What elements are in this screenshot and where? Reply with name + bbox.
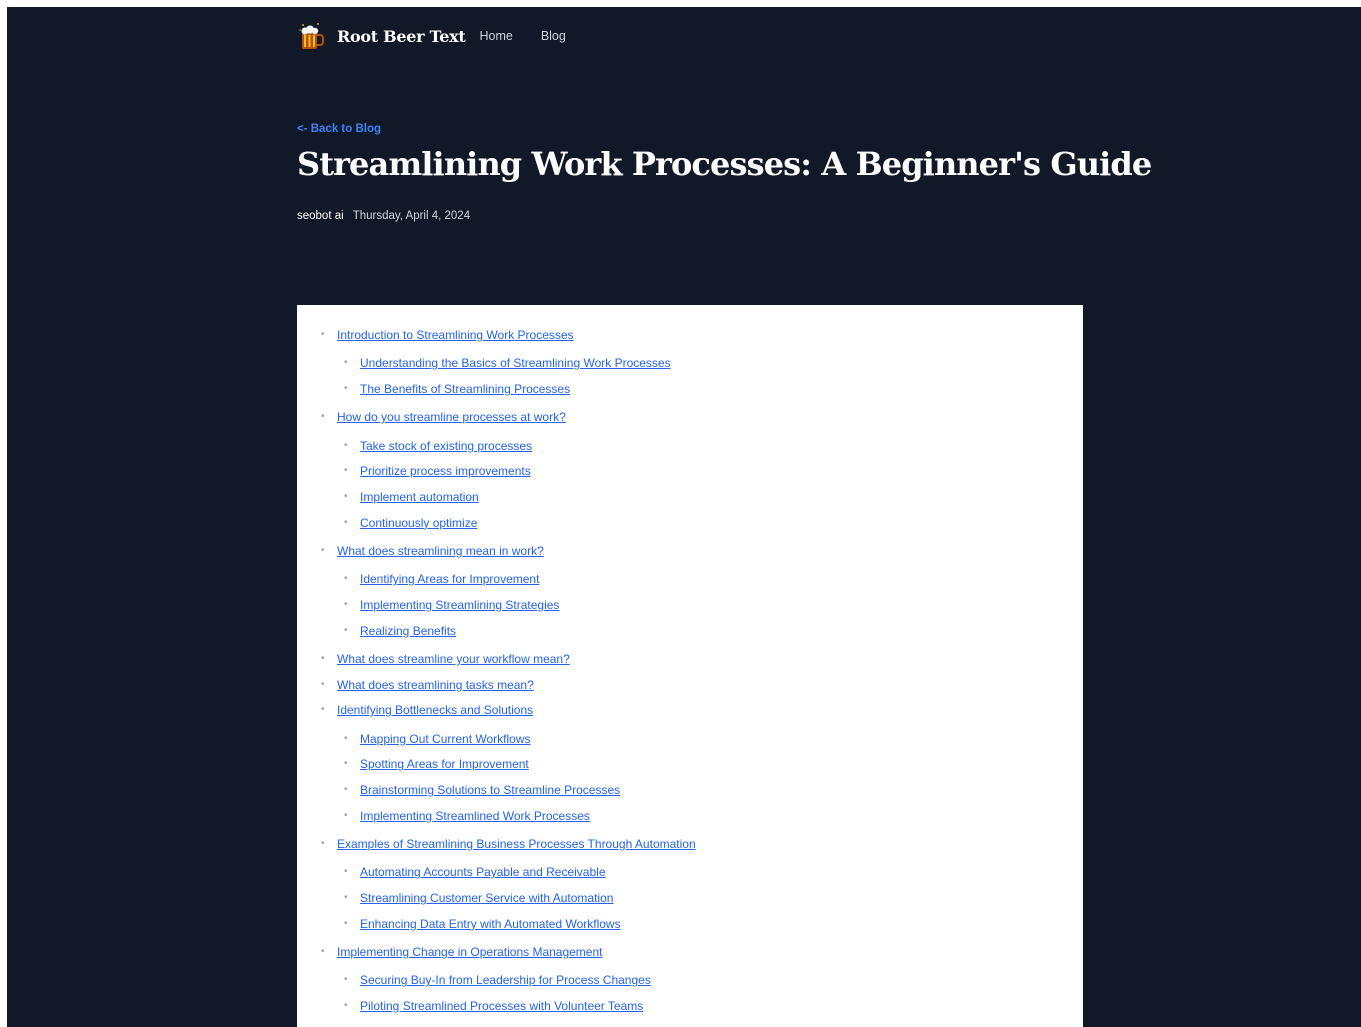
toc-bullet: •: [344, 573, 348, 585]
toc-link[interactable]: Mapping Out Current Workflows: [360, 732, 531, 746]
toc-link[interactable]: Implement automation: [360, 490, 479, 504]
toc-bullet: •: [344, 758, 348, 770]
root-beer-mug-icon[interactable]: [297, 21, 325, 51]
toc-link[interactable]: Securing Buy-In from Leadership for Proc…: [360, 973, 651, 987]
toc-item: • Continuously optimize: [344, 515, 477, 531]
toc-bullet: •: [321, 411, 325, 423]
toc-bullet: •: [344, 917, 348, 929]
toc-item: • Mapping Out Current Workflows: [344, 731, 531, 747]
toc-link[interactable]: Realizing Benefits: [360, 624, 456, 638]
toc-link[interactable]: Piloting Streamlined Processes with Volu…: [360, 999, 643, 1013]
toc-item: • Streamlining Customer Service with Auto…: [344, 890, 613, 906]
toc-bullet: •: [344, 491, 348, 502]
toc-item: • Implementing Change in Operations Manag…: [321, 944, 603, 960]
back-to-blog-link[interactable]: <- Back to Blog: [297, 123, 381, 135]
toc-item: • How do you streamline processes at work…: [321, 409, 566, 425]
post-date: Thursday, April 4, 2024: [352, 210, 471, 222]
toc-item: • Examples of Streamlining Business Proce…: [321, 836, 696, 852]
toc-item: • What does streamline your workflow mean…: [321, 651, 570, 667]
article-content: • Introduction to Streamlining Work Proce…: [297, 305, 1083, 1027]
toc-item: • Take stock of existing processes: [344, 438, 532, 454]
toc-bullet: •: [321, 678, 325, 690]
toc-link[interactable]: Automating Accounts Payable and Receivab…: [360, 865, 606, 879]
toc-link[interactable]: Prioritize process improvements: [360, 464, 531, 478]
toc-item: • Prioritize process improvements: [344, 463, 531, 479]
top-nav: Root Beer Text Home Blog: [297, 21, 594, 51]
toc-item: • What does streamlining mean in work?: [321, 543, 544, 559]
toc-bullet: •: [344, 974, 348, 986]
toc-item: • Identifying Bottlenecks and Solutions: [321, 702, 533, 718]
toc-bullet: •: [344, 809, 348, 821]
toc-bullet: •: [344, 866, 348, 878]
toc-item: • Implementing Streamlining Strategies: [344, 597, 559, 613]
toc-link[interactable]: Enhancing Data Entry with Automated Work…: [360, 917, 621, 931]
toc-item: • Realizing Benefits: [344, 623, 456, 639]
toc-item: • Securing Buy-In from Leadership for Pro…: [344, 972, 651, 988]
toc-bullet: •: [321, 704, 325, 716]
toc-link[interactable]: Understanding the Basics of Streamlining…: [360, 356, 671, 370]
toc-link[interactable]: How do you streamline processes at work?: [337, 410, 566, 424]
toc-link[interactable]: What does streamline your workflow mean?: [337, 652, 570, 666]
toc-bullet: •: [321, 653, 325, 664]
toc-item: • Automating Accounts Payable and Receiva…: [344, 864, 606, 880]
toc-bullet: •: [344, 599, 348, 610]
toc-item: • The Benefits of Streamlining Processes: [344, 381, 570, 397]
nav-home-link[interactable]: Home: [479, 29, 512, 43]
toc-bullet: •: [344, 439, 348, 451]
toc-link[interactable]: What does streamlining tasks mean?: [337, 678, 534, 692]
toc-link[interactable]: Take stock of existing processes: [360, 439, 532, 453]
toc-bullet: •: [344, 892, 348, 904]
toc-link[interactable]: Identifying Areas for Improvement: [360, 572, 539, 586]
toc-bullet: •: [344, 732, 348, 744]
toc-bullet: •: [344, 465, 348, 477]
nav-blog-link[interactable]: Blog: [541, 29, 566, 43]
toc-bullet: •: [344, 383, 348, 394]
toc-item: • Identifying Areas for Improvement: [344, 571, 539, 587]
toc-link[interactable]: Streamlining Customer Service with Autom…: [360, 891, 613, 905]
toc-link[interactable]: Spotting Areas for Improvement: [360, 757, 529, 771]
toc-item: • Spotting Areas for Improvement: [344, 756, 529, 772]
toc-bullet: •: [344, 624, 348, 636]
brand-name[interactable]: Root Beer Text: [337, 27, 466, 46]
toc-link[interactable]: The Benefits of Streamlining Processes: [360, 382, 570, 396]
post-author: seobot ai: [297, 210, 344, 222]
toc-link[interactable]: Implementing Streamlined Work Processes: [360, 809, 590, 823]
toc-item: • What does streamlining tasks mean?: [321, 677, 534, 693]
toc-item: • Implement automation: [344, 489, 479, 505]
toc-bullet: •: [344, 1000, 348, 1012]
toc-link[interactable]: Continuously optimize: [360, 516, 477, 530]
toc-link[interactable]: Implementing Streamlining Strategies: [360, 598, 559, 612]
toc-item: • Piloting Streamlined Processes with Vol…: [344, 998, 643, 1014]
toc-bullet: •: [321, 838, 325, 850]
toc-bullet: •: [344, 357, 348, 369]
toc-item: • Understanding the Basics of Streamlinin…: [344, 355, 671, 371]
page-title: Streamlining Work Processes: A Beginner'…: [297, 145, 1152, 183]
toc-link[interactable]: What does streamlining mean in work?: [337, 544, 544, 558]
toc-item: • Introduction to Streamlining Work Proce…: [321, 327, 574, 343]
page-frame: Root Beer Text Home Blog <- Back to Blog…: [7, 7, 1361, 1027]
toc-link[interactable]: Identifying Bottlenecks and Solutions: [337, 703, 533, 717]
toc-link[interactable]: Implementing Change in Operations Manage…: [337, 945, 603, 959]
toc-bullet: •: [321, 545, 325, 556]
toc-bullet: •: [344, 784, 348, 796]
toc-item: • Brainstorming Solutions to Streamline P…: [344, 782, 620, 798]
toc-link[interactable]: Brainstorming Solutions to Streamline Pr…: [360, 783, 620, 797]
toc-item: • Implementing Streamlined Work Processes: [344, 808, 590, 824]
post-meta: seobot ai Thursday, April 4, 2024: [297, 210, 470, 222]
toc-link[interactable]: Introduction to Streamlining Work Proces…: [337, 328, 574, 342]
toc-link[interactable]: Examples of Streamlining Business Proces…: [337, 837, 696, 851]
toc-bullet: •: [344, 516, 348, 528]
toc-item: • Enhancing Data Entry with Automated Wor…: [344, 916, 621, 932]
toc-bullet: •: [321, 329, 325, 340]
toc-bullet: •: [321, 946, 325, 958]
